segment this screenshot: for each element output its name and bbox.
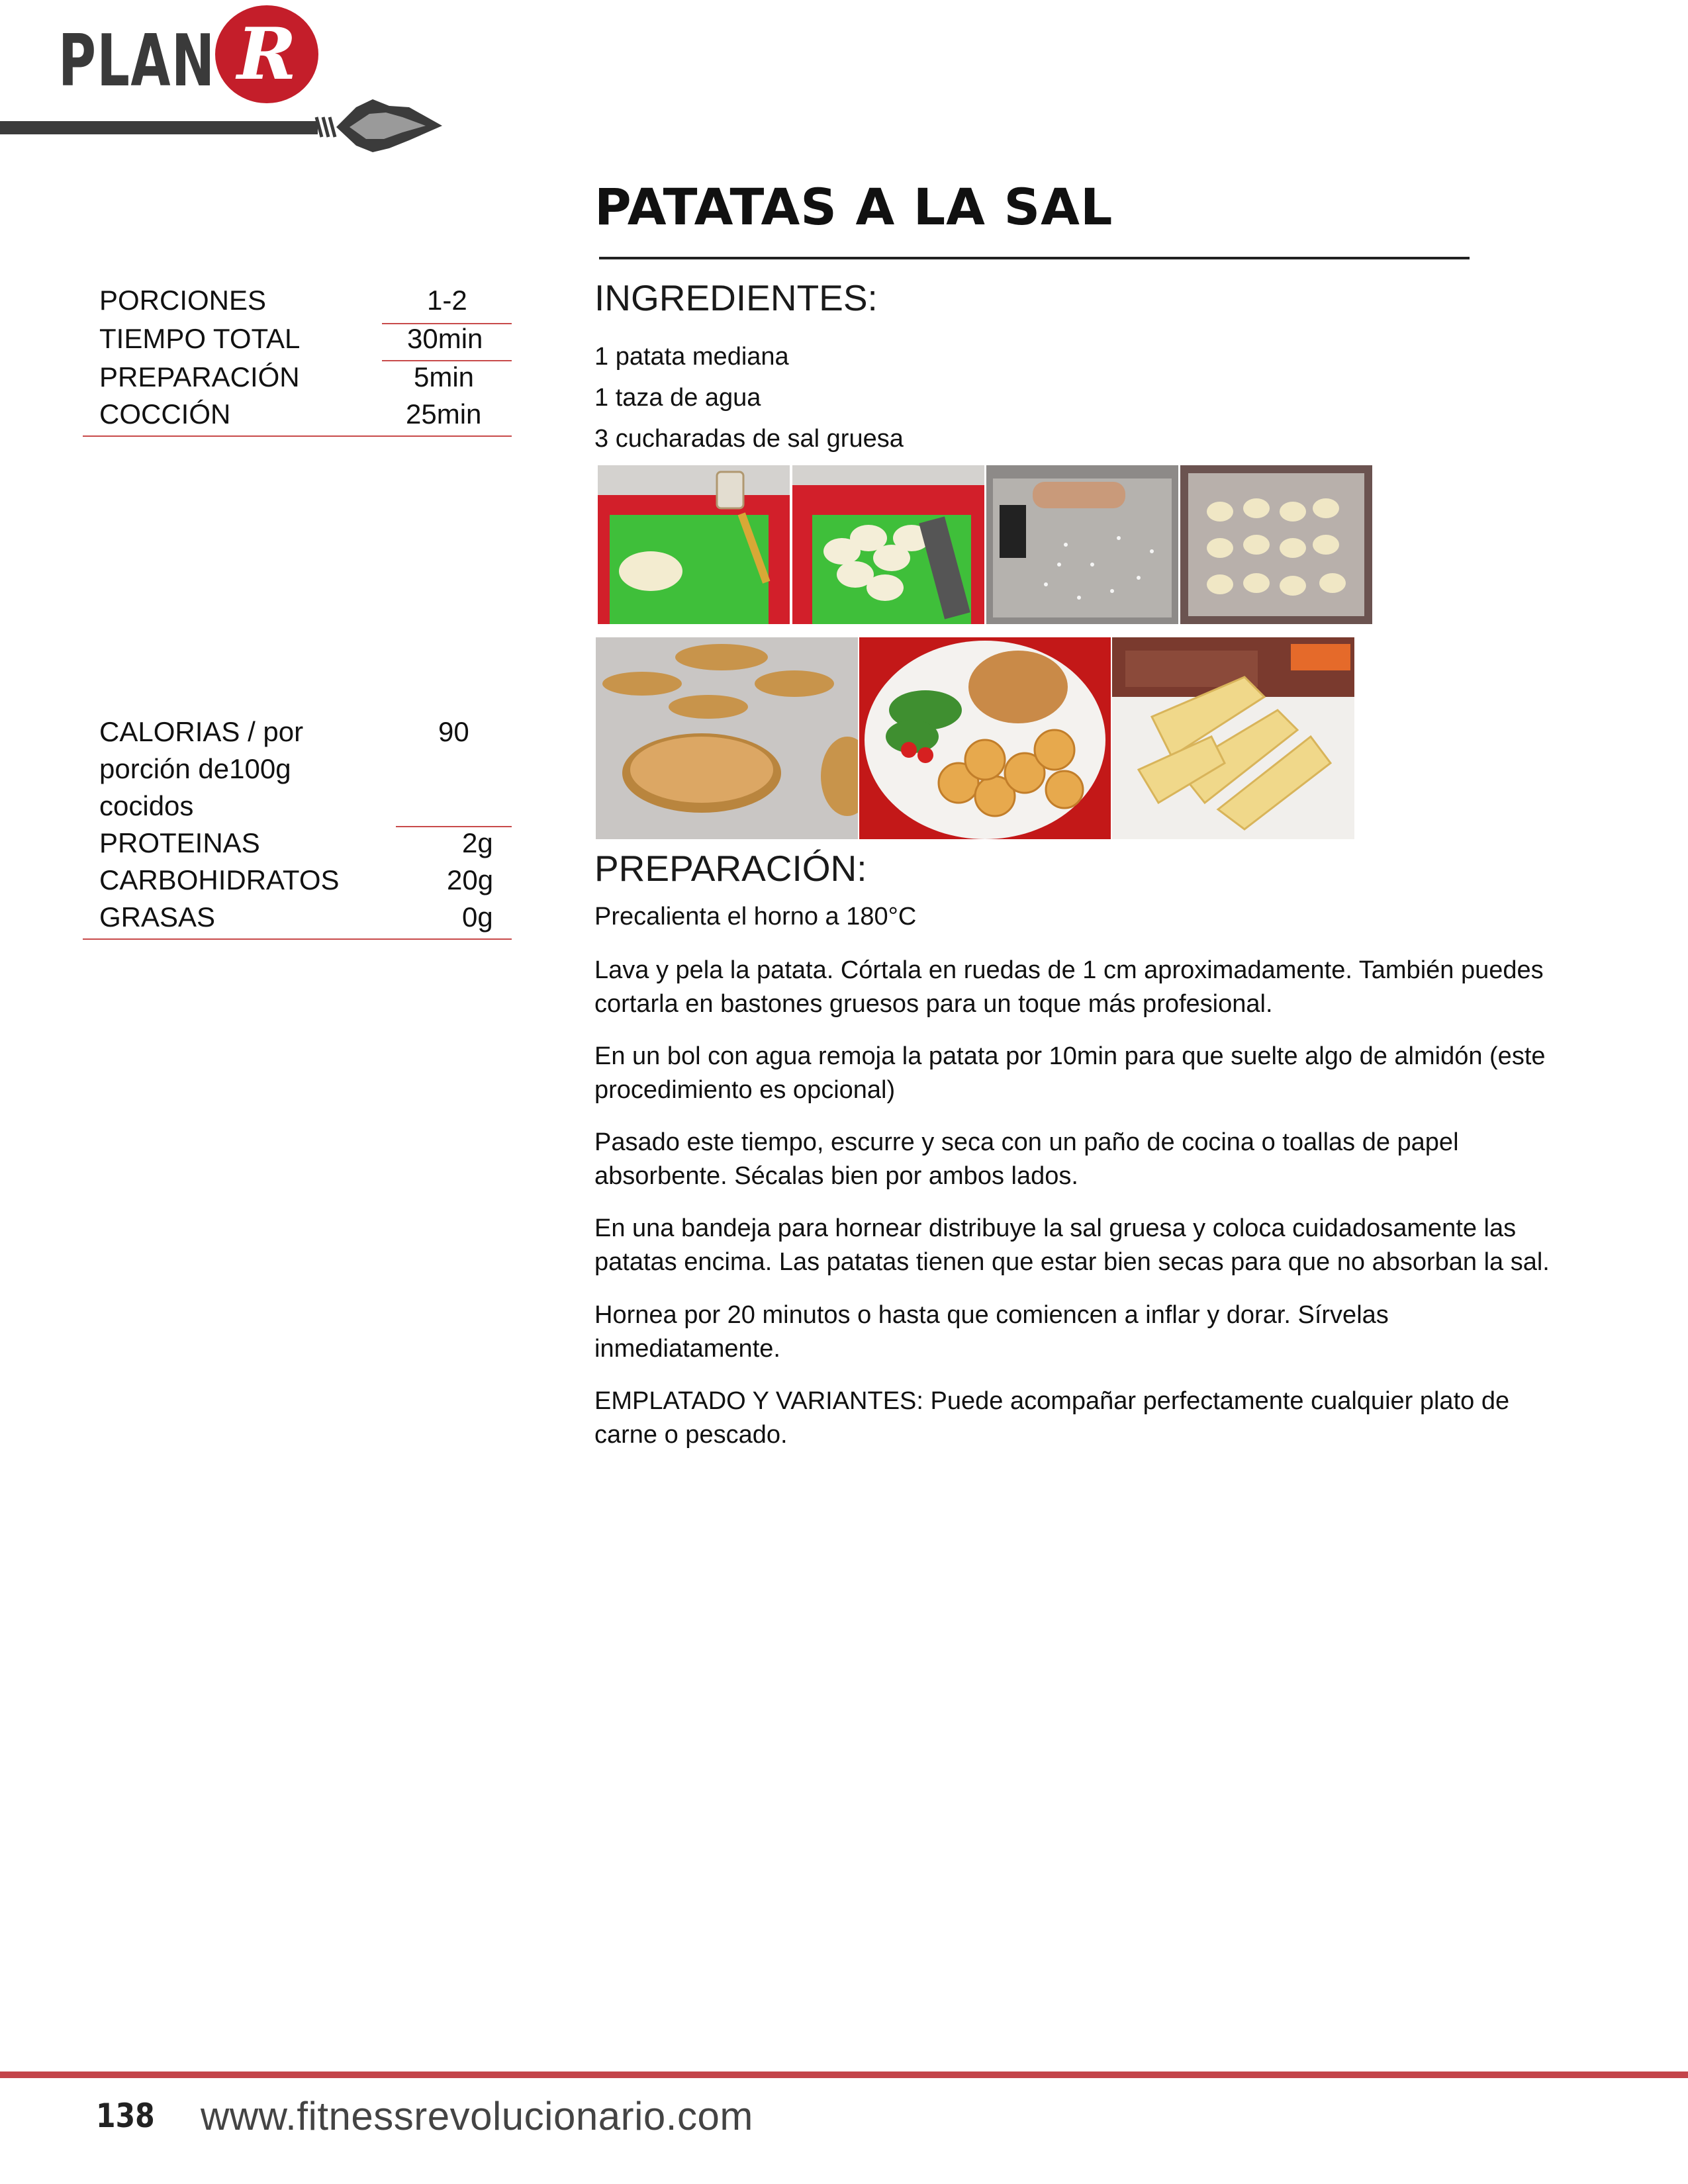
ingredients-heading: INGREDIENTES: — [594, 277, 878, 318]
brand-logo-badge: R — [215, 5, 318, 103]
summary-value: 5min — [414, 361, 475, 392]
nutrition-value: 0g — [462, 901, 493, 933]
step-text: Pasado este tiempo, escurre y seca con u… — [594, 1128, 1459, 1190]
photo-step-cutting-board-potato — [598, 465, 790, 624]
recipe-title: PATATAS A LA SAL — [594, 177, 1113, 236]
ingredient-item: 1 patata mediana — [594, 343, 789, 371]
summary-value: 25min — [406, 398, 482, 430]
step-text: EMPLATADO Y VARIANTES: Puede acompañar p… — [594, 1387, 1510, 1449]
summary-label: TIEMPO TOTAL — [99, 323, 301, 354]
preparation-step: EMPLATADO Y VARIANTES: Puede acompañar p… — [594, 1385, 1574, 1452]
logo-arrow-shaft — [0, 121, 318, 134]
nutrition-label: CARBOHIDRATOS — [99, 864, 340, 895]
summary-label: PORCIONES — [99, 285, 267, 316]
preparation-heading: PREPARACIÓN: — [594, 848, 867, 889]
photo-step-potatoes-on-salt — [1180, 465, 1372, 624]
brand-logo-text: PLAN — [58, 20, 216, 103]
photo-step-salting-tray — [986, 465, 1178, 624]
calories-label-line: porción de100g — [99, 753, 291, 784]
nutrition-value: 2g — [462, 827, 493, 858]
divider — [83, 435, 512, 437]
ingredient-item: 3 cucharadas de sal gruesa — [594, 425, 904, 453]
photo-potato-wedges-meat — [1112, 637, 1354, 839]
arrowhead-icon — [314, 99, 442, 152]
photo-plated-chicken-potatoes — [859, 637, 1111, 839]
nutrition-value: 20g — [447, 864, 494, 895]
step-text: Precalienta el horno a 180°C — [594, 903, 917, 931]
step-text: En un bol con agua remoja la patata por … — [594, 1042, 1546, 1104]
ingredients-list: 1 patata mediana 1 taza de agua 3 cuchar… — [594, 336, 904, 459]
divider — [83, 938, 512, 940]
nutrition-label: PROTEINAS — [99, 827, 260, 858]
summary-value: 1-2 — [427, 285, 467, 316]
photo-baked-potato-slices — [596, 637, 858, 839]
summary-label: PREPARACIÓN — [99, 361, 300, 392]
divider — [396, 826, 512, 827]
step-text: Lava y pela la patata. Córtala en ruedas… — [594, 956, 1544, 1018]
photo-step-sliced-potato — [792, 465, 984, 624]
preparation-step: Lava y pela la patata. Córtala en ruedas… — [594, 954, 1574, 1021]
summary-label: COCCIÓN — [99, 398, 231, 430]
preparation-step: Hornea por 20 minutos o hasta que comien… — [594, 1298, 1574, 1366]
nutrition-table: CALORIAS / por porción de100g cocidos 90… — [83, 716, 512, 941]
preparation-step: En un bol con agua remoja la patata por … — [594, 1040, 1574, 1107]
ingredient-item: 1 taza de agua — [594, 384, 761, 412]
footer-rule — [0, 2071, 1688, 2078]
footer-url[interactable]: www.fitnessrevolucionario.com — [201, 2093, 753, 2139]
nutrition-label: GRASAS — [99, 901, 216, 933]
step-text: Hornea por 20 minutos o hasta que comien… — [594, 1301, 1389, 1363]
step-text: En una bandeja para hornear distribuye l… — [594, 1214, 1550, 1276]
calories-label-line: cocidos — [99, 790, 194, 821]
preparation-step: Pasado este tiempo, escurre y seca con u… — [594, 1126, 1574, 1193]
calories-label-line: CALORIAS / por — [99, 716, 304, 747]
page-number: 138 — [96, 2097, 155, 2135]
summary-table: PORCIONES 1-2 TIEMPO TOTAL 30min PREPARA… — [83, 285, 512, 443]
calories-value: 90 — [438, 716, 469, 747]
title-underline — [599, 257, 1470, 259]
summary-value: 30min — [407, 323, 483, 354]
preparation-step: En una bandeja para hornear distribuye l… — [594, 1212, 1574, 1279]
preparation-step: Precalienta el horno a 180°C — [594, 900, 1574, 934]
